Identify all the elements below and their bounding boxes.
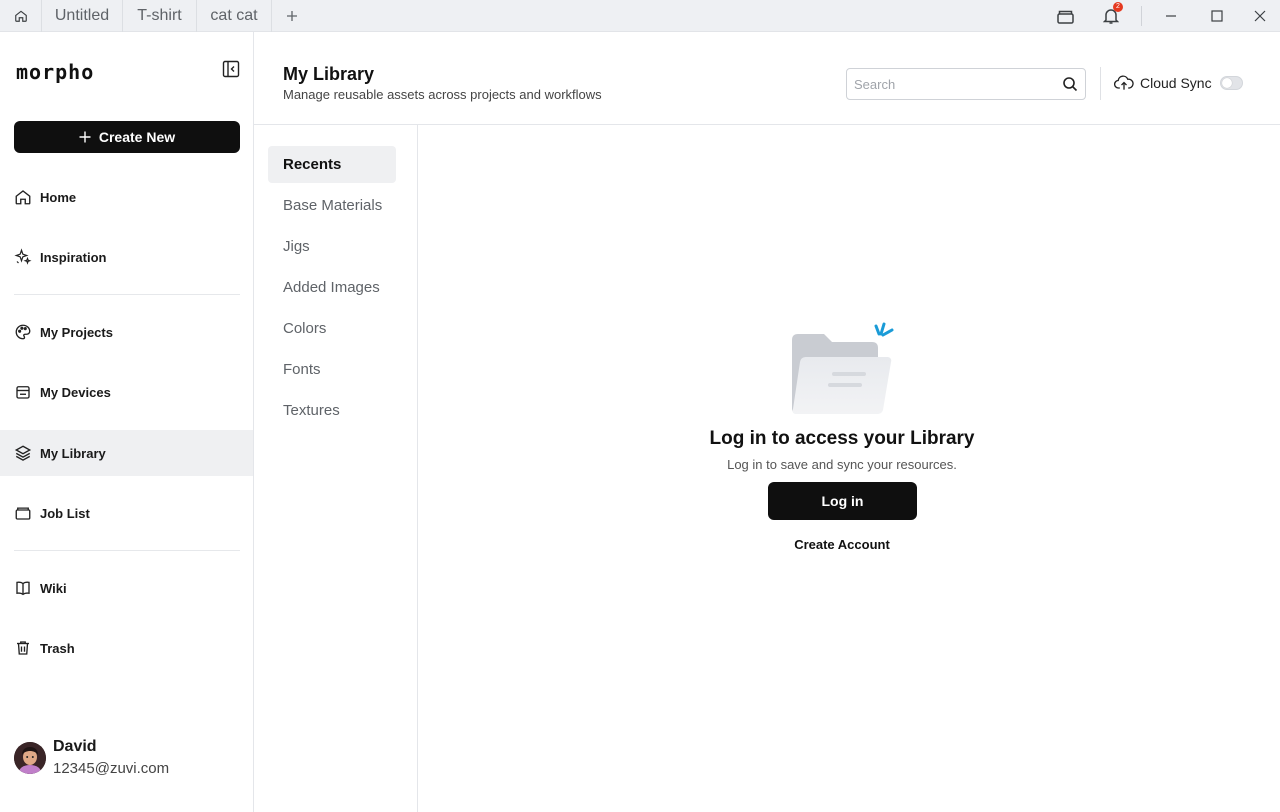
category-jigs[interactable]: Jigs [268,228,396,265]
sidebar-item-label: My Projects [40,324,113,340]
tab-cat-cat[interactable]: cat cat [197,0,272,32]
maximize-button[interactable] [1194,0,1240,32]
sidebar: morpho Create New Home Inspiration My Pr… [0,32,254,812]
header-divider [1100,67,1101,100]
cloud-upload-icon [1114,75,1134,90]
category-label: Base Materials [283,197,383,214]
sidebar-item-job-list[interactable]: Job List [0,490,253,536]
tab-label: Untitled [54,7,110,24]
empty-state-subtitle: Log in to save and sync your resources. [727,457,957,472]
avatar [14,741,46,774]
sidebar-item-label: My Library [40,445,106,461]
create-new-label: Create New [98,129,176,145]
login-button[interactable]: Log in [768,482,917,520]
sidebar-item-my-library[interactable]: My Library [0,430,253,476]
category-recents[interactable]: Recents [268,146,396,183]
category-label: Jigs [283,238,310,255]
close-button[interactable] [1240,0,1280,32]
home-tab-button[interactable] [0,0,42,32]
titlebar-divider [1141,6,1142,26]
category-label: Textures [283,402,340,419]
sidebar-item-label: Inspiration [40,249,107,265]
sidebar-item-label: My Devices [40,384,111,400]
home-icon [14,10,27,22]
sidebar-item-trash[interactable]: Trash [0,625,253,671]
add-tab-button[interactable] [272,0,312,32]
close-icon [1254,10,1266,22]
notification-badge: 2 [1113,2,1123,12]
category-textures[interactable]: Textures [268,392,396,429]
workspace-button[interactable] [1042,0,1088,32]
sidebar-item-inspiration[interactable]: Inspiration [0,234,253,280]
plus-icon [79,131,91,143]
sidebar-item-wiki[interactable]: Wiki [0,565,253,611]
home-icon [15,190,31,205]
user-name: David [53,738,97,755]
search-input[interactable] [847,69,1047,99]
user-profile[interactable]: David 12345@zuvi.com [14,738,169,777]
sidebar-item-home[interactable]: Home [0,174,253,220]
sparkle-icon [14,248,32,265]
layers-icon [14,445,32,461]
title-bar: Untitled T-shirt cat cat 2 [0,0,1280,32]
sidebar-divider [14,294,240,295]
sidebar-item-label: Job List [40,505,90,521]
trash-icon [17,641,29,655]
notifications-button[interactable] [1088,0,1134,32]
sidebar-divider [14,550,240,551]
tab-t-shirt[interactable]: T-shirt [123,0,197,32]
sidebar-item-label: Wiki [40,580,67,596]
sidebar-item-my-projects[interactable]: My Projects [0,309,253,355]
category-label: Added Images [283,279,380,296]
book-icon [16,581,30,596]
category-label: Colors [283,320,327,337]
minimize-icon [1166,15,1176,17]
maximize-icon [1211,10,1223,22]
search-box [846,68,1086,100]
app-logo: morpho [16,60,95,84]
tab-untitled[interactable]: Untitled [42,0,123,32]
tab-label: T-shirt [137,7,182,24]
device-icon [16,386,30,399]
page-title: My Library [283,64,375,84]
sidebar-item-label: Home [40,189,77,205]
category-label: Recents [283,156,342,173]
search-icon[interactable] [1062,76,1078,92]
category-colors[interactable]: Colors [268,310,396,347]
sidebar-item-my-devices[interactable]: My Devices [0,369,253,415]
category-label: Fonts [283,361,321,378]
empty-folder-illustration [792,322,894,414]
cloud-sync: Cloud Sync [1114,74,1212,92]
palette-icon [15,324,31,340]
create-new-button[interactable]: Create New [14,121,240,153]
create-account-link[interactable]: Create Account [742,537,942,552]
category-base-materials[interactable]: Base Materials [268,187,396,224]
tab-label: cat cat [210,7,258,24]
cloud-sync-label: Cloud Sync [1140,75,1212,91]
briefcase-icon [15,507,31,520]
plus-icon [287,11,297,21]
box-icon [1056,10,1074,24]
library-categories: Recents Base Materials Jigs Added Images… [254,125,418,812]
minimize-button[interactable] [1148,0,1194,32]
collapse-sidebar-icon[interactable] [222,60,240,78]
category-fonts[interactable]: Fonts [268,351,396,388]
empty-state-title: Log in to access your Library [709,428,975,449]
user-email: 12345@zuvi.com [53,760,170,777]
category-added-images[interactable]: Added Images [268,269,396,306]
page-subtitle: Manage reusable assets across projects a… [283,87,602,102]
sidebar-item-label: Trash [40,640,75,656]
cloud-sync-toggle[interactable] [1220,76,1243,90]
